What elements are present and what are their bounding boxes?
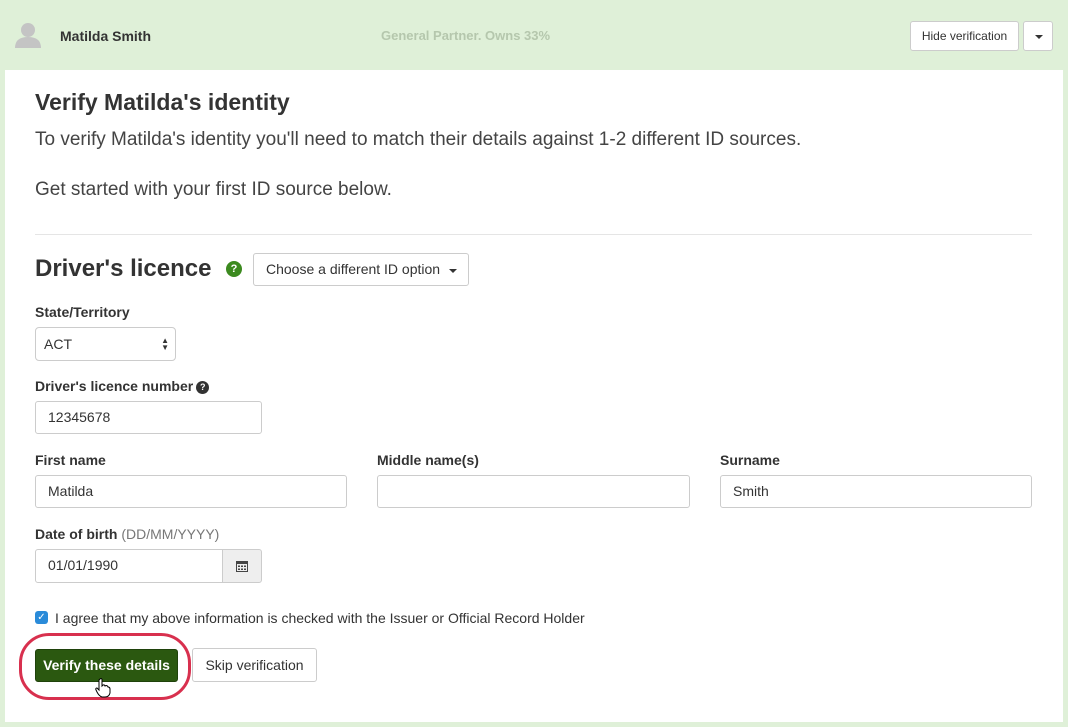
- surname-label: Surname: [720, 452, 780, 468]
- middle-name-input[interactable]: [377, 475, 690, 508]
- intro-subtext: Get started with your first ID source be…: [35, 179, 392, 200]
- middle-name-label: Middle name(s): [377, 452, 479, 468]
- id-option-label: Choose a different ID option: [266, 261, 441, 277]
- caret-down-icon: [449, 269, 457, 273]
- options-dropdown-button[interactable]: [1023, 21, 1053, 51]
- section-title: Driver's licence: [35, 255, 212, 282]
- skip-verification-button[interactable]: Skip verification: [192, 648, 317, 682]
- state-value: ACT: [44, 336, 72, 352]
- person-header: Matilda Smith General Partner. Owns 33% …: [0, 0, 1068, 70]
- hide-verification-button[interactable]: Hide verification: [910, 21, 1019, 51]
- first-name-input[interactable]: Matilda: [35, 475, 347, 508]
- licence-number-label: Driver's licence number?: [35, 378, 210, 394]
- dob-input[interactable]: 01/01/1990: [35, 549, 223, 583]
- calendar-icon: [236, 561, 248, 572]
- state-select[interactable]: ACT ▲ ▼: [35, 327, 176, 361]
- page-title: Verify Matilda's identity: [35, 89, 290, 115]
- hand-cursor-icon: [95, 678, 111, 698]
- first-name-label: First name: [35, 452, 106, 468]
- person-name: Matilda Smith: [60, 28, 152, 44]
- state-label: State/Territory: [35, 304, 130, 320]
- caret-down-icon: [1035, 35, 1043, 39]
- select-arrows-icon: ▲ ▼: [161, 336, 169, 352]
- help-icon[interactable]: ?: [226, 261, 242, 277]
- agree-checkbox[interactable]: ✓: [35, 611, 48, 624]
- licence-number-label-text: Driver's licence number: [35, 378, 194, 394]
- divider: [35, 234, 1032, 235]
- dob-label-text: Date of birth: [35, 526, 118, 542]
- agree-label: I agree that my above information is che…: [55, 610, 585, 626]
- question-icon[interactable]: ?: [196, 381, 210, 394]
- intro-text: To verify Matilda's identity you'll need…: [35, 129, 802, 150]
- calendar-button[interactable]: [222, 549, 262, 583]
- user-avatar-icon: [15, 23, 41, 48]
- person-role: General Partner. Owns 33%: [381, 28, 551, 43]
- choose-id-option-button[interactable]: Choose a different ID option: [253, 253, 469, 286]
- dob-label: Date of birth (DD/MM/YYYY): [35, 526, 219, 542]
- surname-input[interactable]: Smith: [720, 475, 1032, 508]
- licence-number-input[interactable]: 12345678: [35, 401, 262, 434]
- dob-format-hint: (DD/MM/YYYY): [121, 526, 220, 542]
